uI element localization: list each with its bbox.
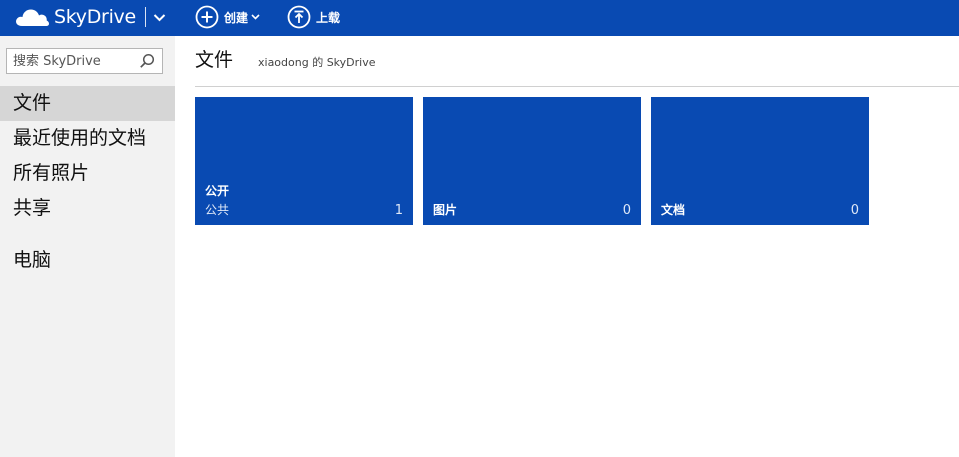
tile-count: 0 xyxy=(622,203,631,218)
top-bar: SkyDrive 创建 上载 xyxy=(0,0,959,36)
main-content: 文件 xiaodong 的 SkyDrive 公开 公共 1 图片 0 文档 0 xyxy=(175,36,959,457)
folder-tile-documents[interactable]: 文档 0 xyxy=(651,97,869,225)
tile-count: 1 xyxy=(394,203,403,218)
folder-tile-pictures[interactable]: 图片 0 xyxy=(423,97,641,225)
sidebar-item-shared[interactable]: 共享 xyxy=(0,191,175,226)
create-button[interactable]: 创建 xyxy=(195,4,260,30)
sidebar-item-all-photos[interactable]: 所有照片 xyxy=(0,156,175,191)
brand-name: SkyDrive xyxy=(54,6,136,28)
tile-count: 0 xyxy=(850,203,859,218)
tile-name: 文档 xyxy=(661,203,686,217)
upload-button[interactable]: 上载 xyxy=(287,4,340,30)
sidebar-nav: 文件 最近使用的文档 所有照片 共享 电脑 xyxy=(0,86,175,278)
sidebar: 文件 最近使用的文档 所有照片 共享 电脑 xyxy=(0,36,175,457)
tile-name: 图片 xyxy=(433,203,458,217)
folder-tile-public[interactable]: 公开 公共 1 xyxy=(195,97,413,225)
search-box[interactable] xyxy=(6,48,163,74)
header-divider xyxy=(195,86,959,87)
sidebar-item-recent-documents[interactable]: 最近使用的文档 xyxy=(0,121,175,156)
plus-circle-icon xyxy=(195,5,219,29)
chevron-down-icon[interactable] xyxy=(153,13,166,22)
create-label: 创建 xyxy=(224,10,249,25)
chevron-down-icon xyxy=(251,14,260,20)
cloud-icon xyxy=(16,9,50,26)
brand-separator xyxy=(144,7,146,27)
owner-label: xiaodong 的 SkyDrive xyxy=(258,56,376,69)
search-input[interactable] xyxy=(7,50,135,72)
sidebar-item-pc[interactable]: 电脑 xyxy=(0,243,175,278)
upload-arrow-circle-icon xyxy=(287,5,311,29)
sidebar-item-files[interactable]: 文件 xyxy=(0,86,175,121)
tile-name: 公开 xyxy=(205,184,230,198)
upload-label: 上载 xyxy=(316,10,341,25)
tile-subtitle: 公共 xyxy=(205,203,230,217)
search-icon[interactable] xyxy=(139,53,155,69)
skydrive-brand[interactable]: SkyDrive xyxy=(14,4,166,30)
page-title: 文件 xyxy=(195,49,234,71)
